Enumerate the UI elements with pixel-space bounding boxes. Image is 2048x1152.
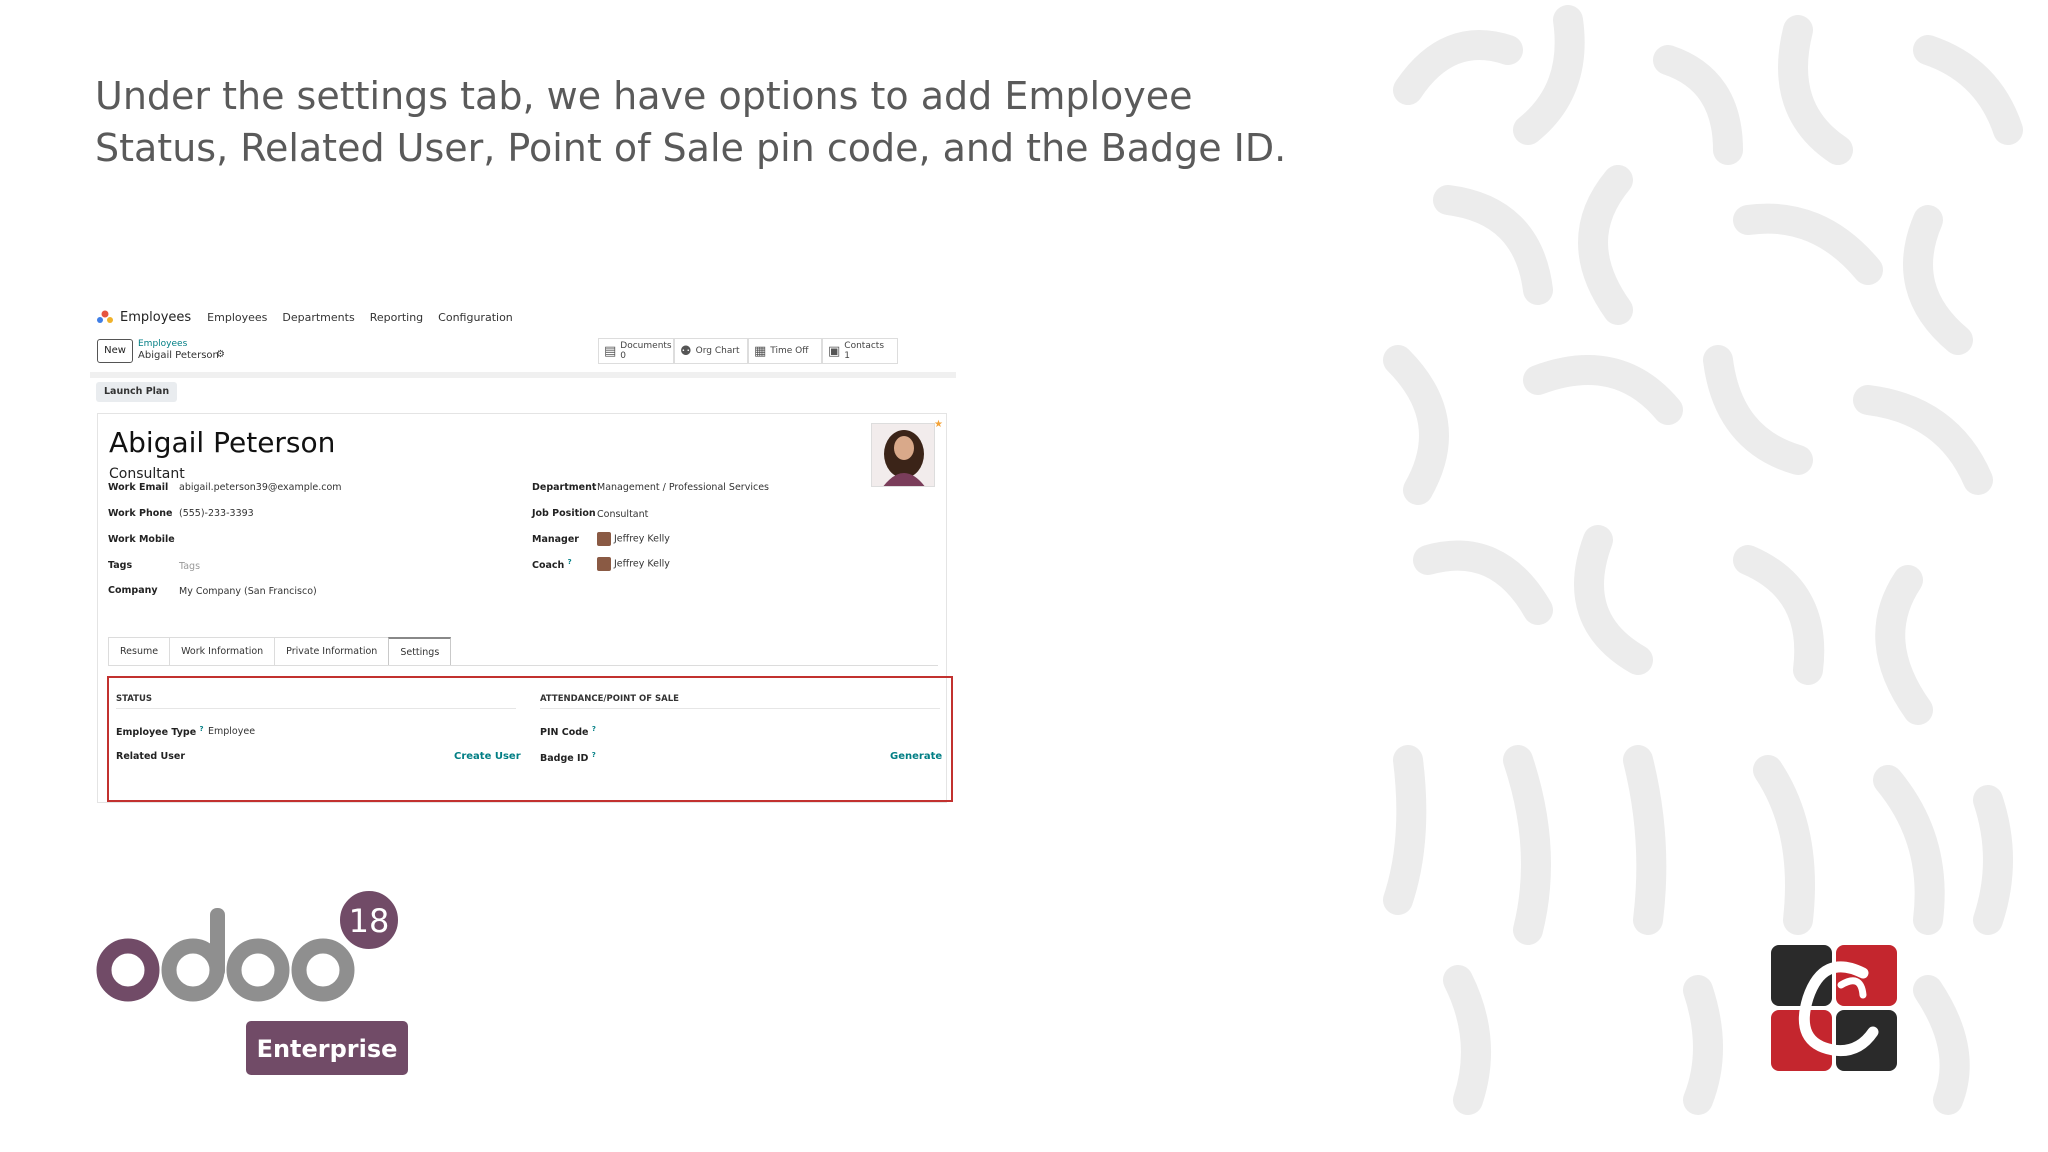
decorative-background [1368,0,2048,1152]
employee-photo[interactable] [871,423,935,487]
work-phone-field[interactable]: (555)-233-3393 [179,508,254,519]
time-off-smart-button[interactable]: ▦ Time Off [748,338,822,364]
employee-type-label: Employee Type ? [116,725,204,738]
pin-code-field[interactable] [609,725,909,738]
documents-smart-button[interactable]: ▤ Documents 0 [598,338,674,364]
top-navbar: Employees Employees Departments Reportin… [90,300,956,334]
work-phone-label: Work Phone [108,508,173,519]
document-icon: ▤ [604,343,617,359]
time-off-label: Time Off [770,346,809,356]
company-logo [1771,945,1897,1071]
help-icon[interactable]: ? [199,725,203,733]
odoo-18-enterprise-logo: 18 Enterprise [95,887,415,1080]
contacts-label: Contacts [844,341,885,351]
nav-reporting[interactable]: Reporting [370,311,423,324]
manager-field[interactable]: Jeffrey Kelly [597,532,670,546]
slide-caption: Under the settings tab, we have options … [95,70,1295,174]
department-label: Department [532,482,597,493]
nav-departments[interactable]: Departments [282,311,354,324]
generate-badge-button[interactable]: Generate [890,751,942,762]
help-icon[interactable]: ? [592,725,596,733]
help-icon[interactable]: ? [592,751,596,759]
pin-code-label-text: PIN Code [540,727,589,739]
odoo-version: 18 [349,902,390,940]
new-button[interactable]: New [97,339,133,363]
coach-label-text: Coach [532,560,565,572]
documents-count: 0 [620,351,627,361]
contacts-count: 1 [844,351,851,361]
work-email-label: Work Email [108,482,169,493]
tab-work-information[interactable]: Work Information [169,637,276,665]
create-user-button[interactable]: Create User [454,751,521,762]
company-field[interactable]: My Company (San Francisco) [179,586,317,597]
contact-card-icon: ▣ [828,343,841,359]
coach-label: Coach ? [532,558,572,571]
nav-employees[interactable]: Employees [207,311,267,324]
job-position-field[interactable]: Consultant [597,509,648,520]
status-section-title: STATUS [116,694,153,704]
status-section-rule [116,708,516,709]
pos-section-rule [540,708,940,709]
documents-label: Documents [620,341,672,351]
nav-configuration[interactable]: Configuration [438,311,513,324]
work-email-field[interactable]: abigail.peterson39@example.com [179,482,342,493]
department-field[interactable]: Management / Professional Services [597,482,769,493]
breadcrumb-parent[interactable]: Employees [138,339,187,349]
pos-section-title: ATTENDANCE/POINT OF SALE [540,694,679,704]
coach-avatar [597,557,611,571]
org-chart-icon: ⚉ [680,343,692,359]
tab-private-information[interactable]: Private Information [274,637,390,665]
coach-name: Jeffrey Kelly [614,558,670,570]
employee-type-label-text: Employee Type [116,727,197,739]
tags-field[interactable]: Tags [179,561,200,572]
tab-settings[interactable]: Settings [388,637,452,665]
form-divider [90,372,956,378]
org-chart-label: Org Chart [695,346,740,356]
manager-avatar [597,532,611,546]
work-mobile-field[interactable] [179,534,379,546]
employee-form-sheet: Abigail Peterson Consultant ★ Work Email… [97,413,953,803]
help-icon[interactable]: ? [568,558,572,566]
pin-code-label: PIN Code ? [540,725,596,738]
related-user-label: Related User [116,751,186,762]
calendar-icon: ▦ [754,343,767,359]
favorite-star-icon[interactable]: ★ [934,419,943,430]
gear-icon[interactable]: ⚙ [216,349,225,360]
related-user-field[interactable] [208,750,358,763]
settings-highlight-box: STATUS Employee Type ? Employee Related … [107,676,953,802]
employee-type-field[interactable]: Employee [208,726,255,737]
work-mobile-label: Work Mobile [108,534,175,545]
employees-app-icon[interactable] [96,310,114,324]
coach-field[interactable]: Jeffrey Kelly [597,557,670,571]
navbar-brand[interactable]: Employees [120,310,191,325]
employee-name[interactable]: Abigail Peterson [109,426,335,459]
badge-id-label: Badge ID ? [540,751,596,764]
form-tabs: Resume Work Information Private Informat… [108,637,452,665]
org-chart-smart-button[interactable]: ⚉ Org Chart [674,338,748,364]
badge-id-field[interactable] [609,750,829,763]
launch-plan-button[interactable]: Launch Plan [96,382,178,402]
company-label: Company [108,585,158,596]
odoo-edition: Enterprise [257,1035,398,1063]
odoo-employee-form-screenshot: Employees Employees Departments Reportin… [90,300,956,810]
tabs-underline [108,665,938,666]
contacts-smart-button[interactable]: ▣ Contacts 1 [822,338,898,364]
manager-label: Manager [532,534,579,545]
breadcrumb-current: Abigail Peterson [138,350,219,361]
caption-line-1: Under the settings tab, we have options … [95,74,1193,118]
job-position-label: Job Position [532,508,596,519]
caption-line-2: Status, Related User, Point of Sale pin … [95,126,1287,170]
tab-resume[interactable]: Resume [108,637,171,665]
tags-label: Tags [108,560,133,571]
badge-id-label-text: Badge ID [540,753,589,765]
manager-name: Jeffrey Kelly [614,533,670,545]
control-panel: New Employees Abigail Peterson ⚙ ▤ Docum… [90,336,956,366]
employee-job-title[interactable]: Consultant [109,466,185,482]
